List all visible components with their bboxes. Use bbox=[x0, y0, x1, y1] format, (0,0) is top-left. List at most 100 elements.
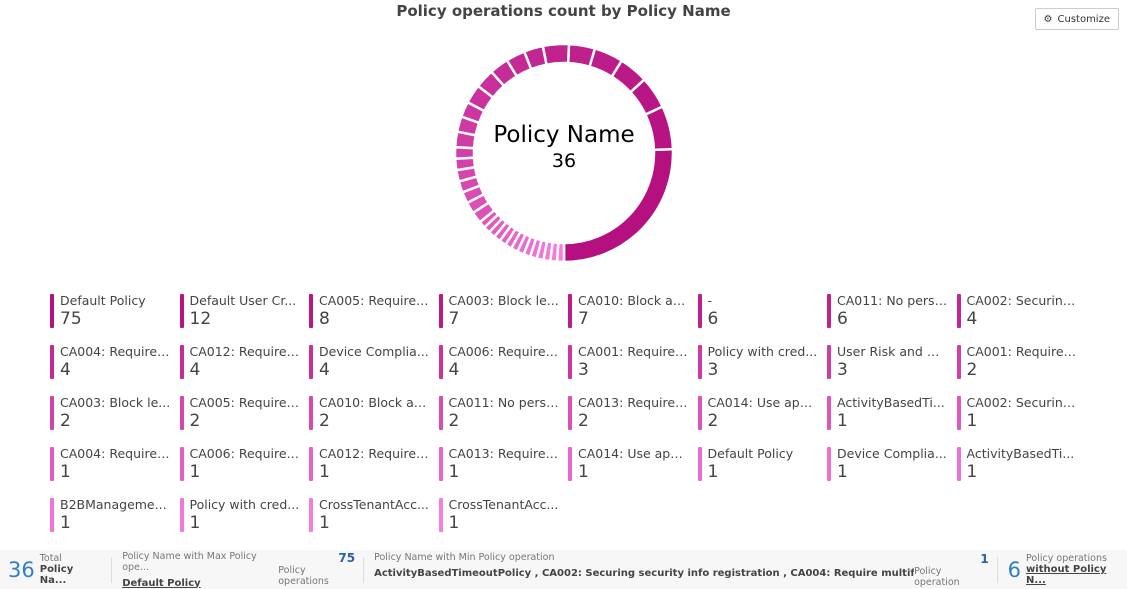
legend-value: 8 bbox=[319, 309, 330, 329]
without-label-link[interactable]: without Policy N... bbox=[1026, 564, 1127, 586]
max-caption: Policy Name with Max Policy ope... bbox=[122, 550, 257, 573]
legend-item[interactable]: User Risk and M... 3 bbox=[827, 344, 957, 380]
legend-item[interactable]: B2BManageme... 1 bbox=[50, 497, 180, 533]
legend-value: 1 bbox=[966, 411, 978, 431]
legend-item[interactable]: ActivityBasedTi... 1 bbox=[956, 446, 1087, 482]
legend-item[interactable]: CA011: No persi... 2 bbox=[438, 395, 569, 431]
legend-item[interactable]: CA003: Block le... 2 bbox=[50, 395, 180, 431]
legend-item[interactable]: CrossTenantAcc... 1 bbox=[309, 497, 439, 533]
legend-value: 4 bbox=[60, 360, 71, 380]
legend-label: CA004: Require ... bbox=[60, 344, 172, 359]
max-name-link[interactable]: Default Policy bbox=[122, 578, 278, 589]
legend-swatch bbox=[50, 447, 54, 481]
donut-center: Policy Name 36 bbox=[464, 122, 664, 172]
legend-swatch bbox=[568, 294, 572, 328]
legend-label: Device Complia... bbox=[319, 344, 429, 359]
without-tile[interactable]: 6 Policy operations without Policy N... bbox=[998, 553, 1127, 586]
legend-item[interactable]: CA012: Require ... 4 bbox=[179, 344, 310, 380]
legend-item[interactable]: CA005: Require ... 2 bbox=[179, 395, 310, 431]
legend-value: 2 bbox=[60, 411, 71, 431]
min-caption: Policy Name with Min Policy operation bbox=[374, 551, 555, 563]
total-label: Policy Na... bbox=[39, 564, 74, 586]
legend-item[interactable]: CA013: Require ... 2 bbox=[568, 395, 698, 431]
legend-swatch bbox=[956, 447, 961, 481]
legend-swatch bbox=[697, 345, 702, 379]
legend-swatch bbox=[568, 396, 572, 430]
legend-item[interactable]: CA001: Require ... 3 bbox=[568, 344, 698, 380]
legend-value: 3 bbox=[707, 360, 719, 380]
min-names: ActivityBasedTimeoutPolicy , CA002: Secu… bbox=[374, 567, 915, 579]
legend-swatch bbox=[697, 294, 702, 328]
legend-swatch bbox=[309, 498, 313, 532]
legend-item[interactable]: CA013: Require ... 1 bbox=[438, 446, 569, 482]
legend-swatch bbox=[956, 345, 961, 379]
legend-value: 1 bbox=[60, 513, 71, 533]
donut-slice[interactable] bbox=[566, 43, 597, 69]
legend-label: CrossTenantAcc... bbox=[448, 497, 559, 512]
legend-item[interactable]: CA003: Block le... 7 bbox=[438, 293, 569, 329]
legend-item[interactable]: CA011: No persi... 6 bbox=[827, 293, 957, 329]
legend-label: CA013: Require ... bbox=[448, 446, 561, 461]
max-tile: Policy Name with Max Policy ope... Defaul… bbox=[112, 551, 363, 589]
legend-item[interactable]: Policy with cred... 1 bbox=[179, 497, 310, 533]
legend: Default Policy 75 Default User Cr... 12 CA00… bbox=[50, 293, 1086, 548]
legend-item[interactable]: ActivityBasedTi... 1 bbox=[827, 395, 957, 431]
legend-item[interactable]: CA014: Use appl... 2 bbox=[697, 395, 828, 431]
legend-item[interactable]: CA014: Use appl... 1 bbox=[568, 446, 698, 482]
max-value: 75 bbox=[338, 550, 356, 565]
legend-swatch bbox=[50, 294, 54, 328]
legend-label: Default User Cr... bbox=[189, 293, 297, 308]
legend-item[interactable]: CA005: Require ... 8 bbox=[309, 293, 439, 329]
customize-button[interactable]: ⚙ Customize bbox=[1034, 8, 1119, 30]
legend-label: Device Complia... bbox=[837, 446, 947, 461]
legend-item[interactable]: Default User Cr... 12 bbox=[179, 293, 310, 329]
legend-label: User Risk and M... bbox=[837, 344, 949, 359]
legend-label: Default Policy bbox=[707, 446, 794, 461]
legend-value: 1 bbox=[189, 462, 201, 482]
legend-label: CA011: No persi... bbox=[837, 293, 949, 308]
total-caption: Total bbox=[39, 553, 62, 564]
legend-swatch bbox=[309, 447, 313, 481]
min-value: 1 bbox=[980, 551, 989, 566]
legend-item[interactable]: CA002: Securing... 4 bbox=[956, 293, 1087, 329]
legend-item[interactable]: CA001: Require ... 2 bbox=[956, 344, 1087, 380]
legend-value: 2 bbox=[578, 411, 589, 431]
legend-label: CA011: No persi... bbox=[448, 395, 561, 410]
legend-item[interactable]: CA012: Require ... 1 bbox=[309, 446, 439, 482]
donut-slice[interactable] bbox=[555, 241, 566, 263]
without-value: 6 bbox=[1007, 557, 1022, 582]
legend-item[interactable]: CA004: Require ... 1 bbox=[50, 446, 180, 482]
legend-item[interactable]: CrossTenantAcc... 1 bbox=[438, 497, 569, 533]
legend-value: 1 bbox=[707, 462, 719, 482]
legend-item[interactable]: CA006: Require ... 1 bbox=[179, 446, 310, 482]
min-tile: Policy Name with Min Policy operation Act… bbox=[364, 552, 997, 588]
max-unit: Policy operations bbox=[278, 564, 329, 587]
legend-label: CA002: Securing... bbox=[966, 395, 1079, 410]
legend-value: 6 bbox=[837, 309, 848, 329]
legend-item[interactable]: Device Complia... 4 bbox=[309, 344, 439, 380]
legend-label: Policy with cred... bbox=[189, 497, 300, 512]
legend-item[interactable]: CA006: Require ... 4 bbox=[438, 344, 569, 380]
legend-label: CA010: Block ac... bbox=[319, 395, 431, 410]
legend-label: CA001: Require ... bbox=[578, 344, 690, 359]
legend-label: CrossTenantAcc... bbox=[319, 497, 429, 512]
legend-item[interactable]: Device Complia... 1 bbox=[827, 446, 957, 482]
legend-label: B2BManageme... bbox=[60, 497, 167, 512]
total-tile[interactable]: 36 Total Policy Na... bbox=[0, 553, 111, 586]
legend-value: 7 bbox=[578, 309, 589, 329]
legend-item[interactable]: Default Policy 1 bbox=[697, 446, 828, 482]
legend-item[interactable]: CA004: Require ... 4 bbox=[50, 344, 180, 380]
legend-item[interactable]: CA010: Block ac... 7 bbox=[568, 293, 698, 329]
legend-item[interactable]: CA010: Block ac... 2 bbox=[309, 395, 439, 431]
legend-item[interactable]: Policy with cred... 3 bbox=[697, 344, 828, 380]
legend-label: CA005: Require ... bbox=[189, 395, 302, 410]
total-value: 36 bbox=[8, 557, 35, 582]
legend-item[interactable]: CA002: Securing... 1 bbox=[956, 395, 1087, 431]
legend-swatch bbox=[179, 345, 184, 379]
legend-item[interactable]: Default Policy 75 bbox=[50, 293, 180, 329]
legend-label: CA003: Block le... bbox=[60, 395, 171, 410]
legend-swatch bbox=[438, 447, 443, 481]
legend-item[interactable]: -6 bbox=[697, 293, 828, 329]
legend-swatch bbox=[827, 345, 831, 379]
legend-swatch bbox=[827, 396, 831, 430]
